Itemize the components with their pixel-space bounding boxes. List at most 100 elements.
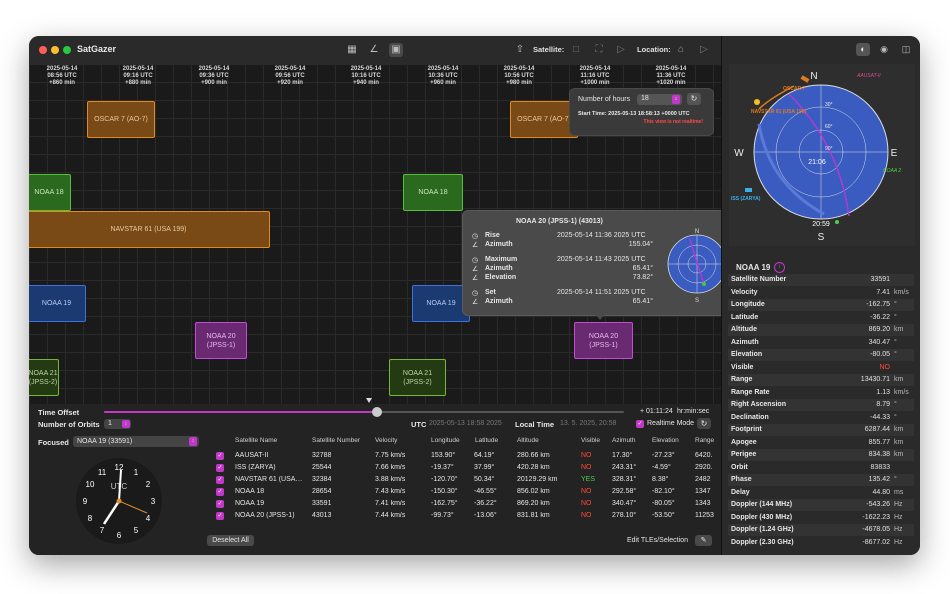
max-icon: ◷ — [472, 257, 479, 264]
hours-dropdown-icon: ↕ — [672, 95, 680, 104]
local-time-field[interactable]: 13. 5. 2025, 20:58 — [560, 420, 616, 427]
col-altitude[interactable]: Altitude — [517, 437, 539, 444]
row-checkbox[interactable]: ✓ — [216, 500, 224, 508]
table-row[interactable]: ✓ ISS (ZARYA) 25544 7.66 km/s -19.37° 37.99°… — [209, 462, 719, 474]
col-latitude[interactable]: Latitude — [475, 437, 498, 444]
polar-label-aausat: AAUSAT-II — [856, 73, 881, 79]
mini-south-label: S — [695, 298, 699, 304]
close-window-button[interactable] — [39, 46, 47, 54]
focused-select[interactable]: NOAA 19 (33591) ↕ — [73, 436, 199, 447]
clock-num-5: 5 — [134, 526, 139, 535]
col-azimuth[interactable]: Azimuth — [612, 437, 635, 444]
app-window: SatGazer ▦ ∠ ▣ ⇧ Satellite: □ ⛶ ▷ Locati… — [29, 36, 920, 555]
max-elevation-label: Elevation — [485, 274, 517, 281]
time-offset-slider[interactable] — [104, 407, 624, 417]
pass-noaa21-1[interactable]: NOAA 21 (JPSS-2) — [29, 359, 59, 396]
location-compare-icon[interactable]: ▷ — [697, 43, 711, 57]
polar-north: N — [810, 71, 817, 82]
polar-label-noaa: NOAA 2 — [883, 168, 901, 174]
fit-icon[interactable]: ⛶ — [592, 43, 606, 57]
col-satellite-number[interactable]: Satellite Number — [312, 437, 360, 444]
table-row[interactable]: ✓ NOAA 18 28654 7.43 km/s -150.30° -46.55° 85… — [209, 486, 719, 498]
clock-num-4: 4 — [146, 514, 151, 523]
table-row[interactable]: ✓ NAVSTAR 61 (USA… 32384 3.88 km/s -120.70°… — [209, 474, 719, 486]
polar-east: E — [891, 148, 898, 159]
satellite-icon-noaa — [835, 220, 839, 224]
polar-time-1: 21:06 — [808, 159, 826, 166]
time-offset-format: hr:min:sec — [677, 408, 710, 415]
slider-thumb[interactable] — [372, 407, 382, 417]
satellite-label: Satellite: — [533, 45, 565, 54]
set-azimuth-value: 65.41° — [632, 298, 653, 305]
polar-west: W — [734, 148, 744, 159]
utc-label: UTC — [411, 420, 427, 429]
orbits-label: Number of Orbits — [38, 420, 100, 429]
col-elevation[interactable]: Elevation — [652, 437, 679, 444]
sidebar-toggle-icon[interactable]: ◫ — [899, 43, 913, 56]
polar-sky-plot[interactable]: N S E W 30° 60° 90° 21:06 20:59 AAUSAT-I… — [729, 64, 915, 246]
slider-fill — [104, 411, 377, 413]
property-row: Right Ascension 8.79 ° — [728, 399, 914, 411]
row-checkbox[interactable]: ✓ — [216, 512, 224, 520]
max-azimuth-label: Azimuth — [485, 265, 513, 272]
info-icon[interactable]: i — [774, 262, 785, 273]
realtime-warning: This view is not realtime! — [643, 119, 703, 125]
share-icon[interactable]: ⇧ — [513, 43, 527, 57]
table-row[interactable]: ✓ NOAA 19 33591 7.41 km/s -162.75° -36.22° 86… — [209, 498, 719, 510]
minimize-window-button[interactable] — [51, 46, 59, 54]
pass-noaa21-2[interactable]: NOAA 21 (JPSS-2) — [389, 359, 446, 396]
polar-view-icon[interactable]: ∠ — [367, 43, 381, 57]
row-checkbox[interactable]: ✓ — [216, 452, 224, 460]
rise-azimuth-value: 155.04° — [628, 241, 653, 248]
orbit-view-icon[interactable]: ◉ — [877, 43, 891, 56]
pass-noaa18-2[interactable]: NOAA 18 — [403, 174, 463, 211]
property-row: Doppler (144 MHz) -543.26 Hz — [728, 499, 914, 511]
timeline-view-icon[interactable]: ▣ — [389, 43, 403, 57]
start-time: Start Time: 2025-05-13 18:58:13 +0000 UT… — [578, 111, 690, 117]
orbits-stepper[interactable]: 1 ↕ — [104, 419, 131, 429]
edit-tles-button[interactable]: ✎ — [695, 535, 712, 546]
col-visible[interactable]: Visible — [581, 437, 600, 444]
focused-dropdown-icon: ↕ — [189, 437, 197, 446]
pass-detail-popover: NOAA 20 (JPSS-1) (43013) ◷ Rise 2025-05-… — [462, 210, 746, 316]
realtime-refresh-icon[interactable]: ↻ — [697, 418, 711, 429]
pass-noaa20-2[interactable]: NOAA 20 (JPSS-1) — [574, 322, 633, 359]
polar-time-2: 20:59 — [812, 221, 830, 228]
utc-field[interactable]: 2025-05-13 18:58 2025 — [429, 420, 502, 427]
utc-clock: UTC 12 1 2 3 4 5 6 7 8 9 10 11 — [76, 458, 162, 544]
deselect-all-button[interactable]: Deselect All — [207, 535, 254, 546]
pass-navstar61[interactable]: NAVSTAR 61 (USA 199) — [29, 211, 270, 248]
property-row: Range Rate 1.13 km/s — [731, 388, 909, 396]
pass-oscar7-2[interactable]: OSCAR 7 (AO-7) — [510, 101, 578, 138]
local-time-label: Local Time — [515, 420, 555, 429]
hours-label: Number of hours — [578, 96, 631, 103]
hours-select[interactable]: 18 ↕ — [637, 94, 682, 105]
refresh-icon[interactable]: ↻ — [687, 93, 701, 105]
lock-icon[interactable]: □ — [569, 43, 583, 57]
col-range[interactable]: Range — [695, 437, 714, 444]
pass-noaa19-1[interactable]: NOAA 19 — [29, 285, 86, 322]
tick-7: 2025-05-14 11:16 UTC +1000 min — [579, 66, 611, 86]
col-satellite-name[interactable]: Satellite Name — [235, 437, 277, 444]
property-row: Visible NO — [731, 363, 890, 371]
col-velocity[interactable]: Velocity — [375, 437, 397, 444]
clock-num-11: 11 — [98, 468, 107, 477]
pass-oscar7-1[interactable]: OSCAR 7 (AO-7) — [87, 101, 155, 138]
zoom-window-button[interactable] — [63, 46, 71, 54]
location-label: Location: — [637, 45, 671, 54]
compare-icon[interactable]: ▷ — [614, 43, 628, 57]
realtime-checkbox[interactable]: ✓ — [636, 420, 644, 428]
globe-view-icon[interactable]: ◐ — [856, 43, 870, 56]
table-row[interactable]: ✓ NOAA 20 (JPSS-1) 43013 7.44 km/s -99.73° -… — [209, 510, 719, 522]
row-checkbox[interactable]: ✓ — [216, 488, 224, 496]
max-elevation-value: 73.82° — [632, 274, 653, 281]
pass-noaa20-1[interactable]: NOAA 20 (JPSS-1) — [195, 322, 247, 359]
home-icon[interactable]: ⌂ — [674, 43, 688, 57]
row-checkbox[interactable]: ✓ — [216, 476, 224, 484]
map-view-icon[interactable]: ▦ — [345, 43, 359, 57]
col-longitude[interactable]: Longitude — [431, 437, 460, 444]
table-row[interactable]: ✓ AAUSAT-II 32788 7.75 km/s 153.90° 64.19° 28… — [209, 450, 719, 462]
property-row: Altitude 869.20 km — [728, 324, 914, 336]
row-checkbox[interactable]: ✓ — [216, 464, 224, 472]
pass-noaa18-1[interactable]: NOAA 18 — [29, 174, 71, 211]
